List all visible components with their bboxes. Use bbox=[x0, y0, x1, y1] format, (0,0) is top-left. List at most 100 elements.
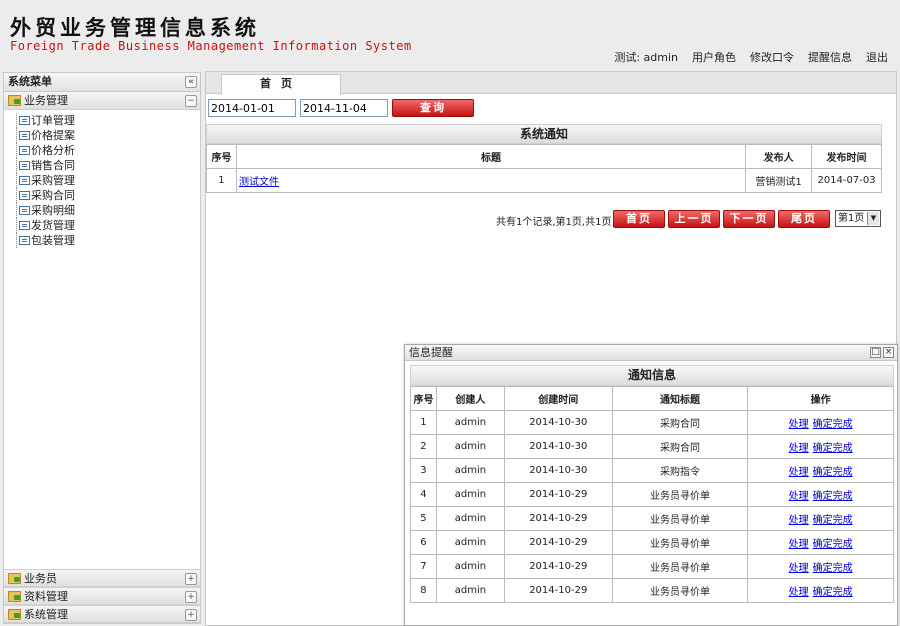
creator-cell: admin bbox=[435, 578, 505, 603]
confirm-complete-link[interactable]: 确定完成 bbox=[813, 467, 853, 478]
sidebar-item-packing-management[interactable]: 包装管理 bbox=[14, 233, 200, 248]
notice-subject-cell: 业务员寻价单 bbox=[611, 554, 749, 579]
table-row: 4 admin 2014-10-29 业务员寻价单 处理 确定完成 bbox=[410, 482, 894, 507]
column-header: 发布人 bbox=[745, 144, 813, 169]
popup-table-title: 通知信息 bbox=[410, 365, 894, 386]
document-icon bbox=[19, 116, 30, 125]
confirm-complete-link[interactable]: 确定完成 bbox=[813, 587, 853, 598]
created-time-cell: 2014-10-30 bbox=[503, 434, 613, 459]
dropdown-arrow-icon: ▼ bbox=[867, 212, 879, 225]
tab-strip: 首页 bbox=[206, 72, 896, 95]
document-icon bbox=[19, 161, 30, 170]
created-time-cell: 2014-10-29 bbox=[503, 554, 613, 579]
notice-subject-cell: 业务员寻价单 bbox=[611, 578, 749, 603]
logout-link[interactable]: 退出 bbox=[866, 49, 888, 65]
notice-title-cell: 测试文件 bbox=[235, 168, 747, 193]
document-icon bbox=[19, 131, 30, 140]
pagination: 共有1个记录,第1页,共1页 首页 上一页 下一页 尾页 第1页 ▼ bbox=[206, 210, 892, 230]
page-select-value: 第1页 bbox=[838, 213, 865, 224]
expand-plus-icon[interactable]: + bbox=[185, 591, 197, 603]
handle-link[interactable]: 处理 bbox=[789, 515, 809, 526]
sidebar-item-label: 订单管理 bbox=[31, 114, 75, 127]
sidebar-group-system-management[interactable]: 系统管理 + bbox=[4, 605, 200, 623]
app-header: 外贸业务管理信息系统 Foreign Trade Business Manage… bbox=[0, 0, 900, 70]
sidebar-group-business-management[interactable]: 业务管理 − bbox=[4, 92, 200, 110]
handle-link[interactable]: 处理 bbox=[789, 419, 809, 430]
start-date-input[interactable] bbox=[208, 99, 296, 117]
sidebar-item-label: 采购管理 bbox=[31, 174, 75, 187]
sidebar-item-shipping-management[interactable]: 发货管理 bbox=[14, 218, 200, 233]
sidebar: 系统菜单 « 业务管理 − 订单管理 价格提案 价格分析 销售合同 采购管理 采… bbox=[3, 72, 201, 624]
sidebar-item-price-analysis[interactable]: 价格分析 bbox=[14, 143, 200, 158]
page-select[interactable]: 第1页 ▼ bbox=[835, 210, 881, 227]
close-icon[interactable]: × bbox=[883, 347, 894, 358]
confirm-complete-link[interactable]: 确定完成 bbox=[813, 515, 853, 526]
handle-link[interactable]: 处理 bbox=[789, 467, 809, 478]
sidebar-item-price-proposal[interactable]: 价格提案 bbox=[14, 128, 200, 143]
sidebar-item-sales-contract[interactable]: 销售合同 bbox=[14, 158, 200, 173]
table-row: 8 admin 2014-10-29 业务员寻价单 处理 确定完成 bbox=[410, 578, 894, 603]
tab-home[interactable]: 首页 bbox=[221, 74, 341, 95]
handle-link[interactable]: 处理 bbox=[789, 539, 809, 550]
change-password-link[interactable]: 修改口令 bbox=[750, 49, 794, 65]
created-time-cell: 2014-10-29 bbox=[503, 578, 613, 603]
confirm-complete-link[interactable]: 确定完成 bbox=[813, 491, 853, 502]
last-page-button[interactable]: 尾页 bbox=[778, 210, 830, 228]
next-page-button[interactable]: 下一页 bbox=[723, 210, 775, 228]
folder-icon bbox=[8, 95, 21, 106]
column-header: 标题 bbox=[235, 144, 747, 169]
column-header: 操作 bbox=[747, 386, 894, 411]
query-button[interactable]: 查询 bbox=[392, 99, 474, 117]
first-page-button[interactable]: 首页 bbox=[613, 210, 665, 228]
collapse-minus-icon[interactable]: − bbox=[185, 95, 197, 107]
sidebar-item-label: 采购明细 bbox=[31, 204, 75, 217]
created-time-cell: 2014-10-29 bbox=[503, 530, 613, 555]
sidebar-item-label: 价格分析 bbox=[31, 144, 75, 157]
handle-link[interactable]: 处理 bbox=[789, 587, 809, 598]
table-row: 3 admin 2014-10-30 采购指令 处理 确定完成 bbox=[410, 458, 894, 483]
column-header: 创建人 bbox=[435, 386, 505, 411]
confirm-complete-link[interactable]: 确定完成 bbox=[813, 563, 853, 574]
notice-table: 序号 标题 发布人 发布时间 1 测试文件 营销测试1 2014-07-03 bbox=[206, 144, 882, 193]
sidebar-group-salesperson[interactable]: 业务员 + bbox=[4, 569, 200, 587]
column-header: 创建时间 bbox=[503, 386, 613, 411]
prev-page-button[interactable]: 上一页 bbox=[668, 210, 720, 228]
expand-plus-icon[interactable]: + bbox=[185, 573, 197, 585]
expand-plus-icon[interactable]: + bbox=[185, 609, 197, 621]
maximize-icon[interactable]: □ bbox=[870, 347, 881, 358]
actions-cell: 处理 确定完成 bbox=[747, 578, 894, 603]
folder-icon bbox=[8, 609, 21, 620]
sidebar-group-data-management[interactable]: 资料管理 + bbox=[4, 587, 200, 605]
sidebar-item-label: 包装管理 bbox=[31, 234, 75, 247]
end-date-input[interactable] bbox=[300, 99, 388, 117]
reminder-info-link[interactable]: 提醒信息 bbox=[808, 49, 852, 65]
handle-link[interactable]: 处理 bbox=[789, 563, 809, 574]
row-number: 1 bbox=[206, 168, 237, 193]
row-number: 5 bbox=[410, 506, 437, 531]
table-row: 2 admin 2014-10-30 采购合同 处理 确定完成 bbox=[410, 434, 894, 459]
sidebar-item-purchase-management[interactable]: 采购管理 bbox=[14, 173, 200, 188]
document-icon bbox=[19, 146, 30, 155]
actions-cell: 处理 确定完成 bbox=[747, 506, 894, 531]
notice-title-link[interactable]: 测试文件 bbox=[239, 177, 279, 188]
handle-link[interactable]: 处理 bbox=[789, 443, 809, 454]
sidebar-header: 系统菜单 « bbox=[4, 73, 200, 92]
sidebar-item-purchase-detail[interactable]: 采购明细 bbox=[14, 203, 200, 218]
row-number: 6 bbox=[410, 530, 437, 555]
reminder-table: 序号 创建人 创建时间 通知标题 操作 1 admin 2014-10-30 采购合同… bbox=[410, 386, 894, 603]
column-header: 序号 bbox=[206, 144, 237, 169]
sidebar-item-purchase-contract[interactable]: 采购合同 bbox=[14, 188, 200, 203]
confirm-complete-link[interactable]: 确定完成 bbox=[813, 443, 853, 454]
double-chevron-left-icon[interactable]: « bbox=[185, 76, 197, 88]
confirm-complete-link[interactable]: 确定完成 bbox=[813, 539, 853, 550]
sidebar-tree: 订单管理 价格提案 价格分析 销售合同 采购管理 采购合同 采购明细 发货管理 … bbox=[4, 110, 200, 248]
confirm-complete-link[interactable]: 确定完成 bbox=[813, 419, 853, 430]
publisher-cell: 营销测试1 bbox=[745, 168, 813, 193]
sidebar-item-order-management[interactable]: 订单管理 bbox=[14, 113, 200, 128]
handle-link[interactable]: 处理 bbox=[789, 491, 809, 502]
table-row: 7 admin 2014-10-29 业务员寻价单 处理 确定完成 bbox=[410, 554, 894, 579]
notice-section-title: 系统通知 bbox=[206, 124, 882, 144]
column-header: 序号 bbox=[410, 386, 437, 411]
document-icon bbox=[19, 176, 30, 185]
user-roles-link[interactable]: 用户角色 bbox=[692, 49, 736, 65]
